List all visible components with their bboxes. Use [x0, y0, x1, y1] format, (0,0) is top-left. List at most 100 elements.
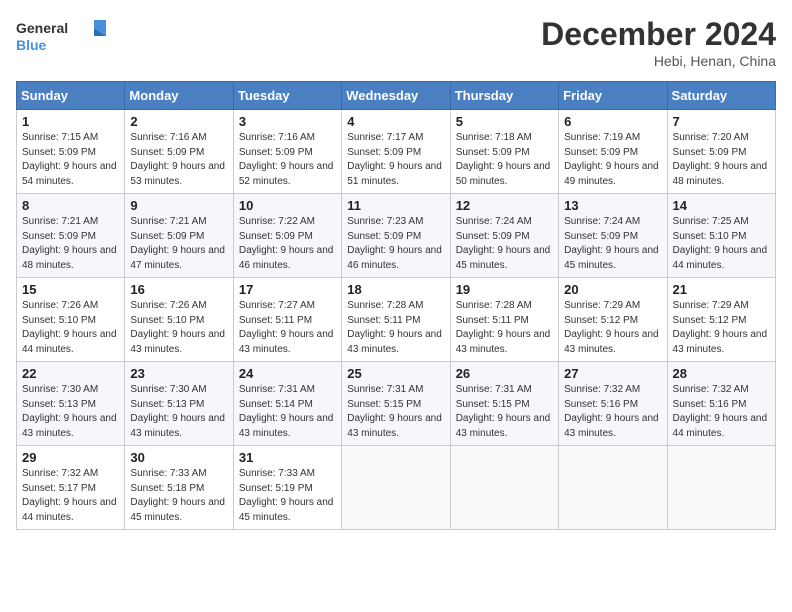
day-number: 9	[130, 198, 227, 213]
day-number: 4	[347, 114, 444, 129]
day-number: 29	[22, 450, 119, 465]
day-info: Sunrise: 7:24 AMSunset: 5:09 PMDaylight:…	[564, 215, 661, 273]
calendar-day-cell: 26 Sunrise: 7:31 AMSunset: 5:15 PMDayligh…	[450, 362, 558, 446]
day-info: Sunrise: 7:15 AMSunset: 5:09 PMDaylight:…	[22, 131, 119, 189]
calendar-day-cell: 15 Sunrise: 7:26 AMSunset: 5:10 PMDayligh…	[17, 278, 125, 362]
day-info: Sunrise: 7:30 AMSunset: 5:13 PMDaylight:…	[22, 383, 119, 441]
day-info: Sunrise: 7:29 AMSunset: 5:12 PMDaylight:…	[673, 299, 770, 357]
day-info: Sunrise: 7:17 AMSunset: 5:09 PMDaylight:…	[347, 131, 444, 189]
svg-text:Blue: Blue	[16, 37, 47, 53]
calendar-day-cell: 1Sunrise: 7:15 AMSunset: 5:09 PMDaylight…	[17, 110, 125, 194]
day-info: Sunrise: 7:20 AMSunset: 5:09 PMDaylight:…	[673, 131, 770, 189]
calendar-day-cell: 14 Sunrise: 7:25 AMSunset: 5:10 PMDayligh…	[667, 194, 775, 278]
calendar-day-cell: 5 Sunrise: 7:18 AMSunset: 5:09 PMDaylight…	[450, 110, 558, 194]
day-number: 22	[22, 366, 119, 381]
calendar-week-row: 1Sunrise: 7:15 AMSunset: 5:09 PMDaylight…	[17, 110, 776, 194]
weekday-header: Tuesday	[233, 82, 341, 110]
day-number: 17	[239, 282, 336, 297]
day-number: 10	[239, 198, 336, 213]
calendar-day-cell: 21 Sunrise: 7:29 AMSunset: 5:12 PMDayligh…	[667, 278, 775, 362]
day-info: Sunrise: 7:27 AMSunset: 5:11 PMDaylight:…	[239, 299, 336, 357]
calendar-day-cell: 22 Sunrise: 7:30 AMSunset: 5:13 PMDayligh…	[17, 362, 125, 446]
calendar-week-row: 8 Sunrise: 7:21 AMSunset: 5:09 PMDaylight…	[17, 194, 776, 278]
calendar-day-cell: 30Sunrise: 7:33 AMSunset: 5:18 PMDayligh…	[125, 446, 233, 530]
calendar-day-cell: 13Sunrise: 7:24 AMSunset: 5:09 PMDayligh…	[559, 194, 667, 278]
day-info: Sunrise: 7:31 AMSunset: 5:15 PMDaylight:…	[456, 383, 553, 441]
calendar-day-cell: 6Sunrise: 7:19 AMSunset: 5:09 PMDaylight…	[559, 110, 667, 194]
title-block: December 2024 Hebi, Henan, China	[541, 16, 776, 69]
day-info: Sunrise: 7:31 AMSunset: 5:14 PMDaylight:…	[239, 383, 336, 441]
day-number: 8	[22, 198, 119, 213]
day-number: 11	[347, 198, 444, 213]
day-info: Sunrise: 7:32 AMSunset: 5:16 PMDaylight:…	[564, 383, 661, 441]
calendar-day-cell: 10Sunrise: 7:22 AMSunset: 5:09 PMDayligh…	[233, 194, 341, 278]
day-number: 27	[564, 366, 661, 381]
calendar-day-cell: 7Sunrise: 7:20 AMSunset: 5:09 PMDaylight…	[667, 110, 775, 194]
calendar-week-row: 15 Sunrise: 7:26 AMSunset: 5:10 PMDayligh…	[17, 278, 776, 362]
calendar-day-cell: 16 Sunrise: 7:26 AMSunset: 5:10 PMDayligh…	[125, 278, 233, 362]
day-number: 31	[239, 450, 336, 465]
day-number: 3	[239, 114, 336, 129]
calendar-day-cell: 18Sunrise: 7:28 AMSunset: 5:11 PMDayligh…	[342, 278, 450, 362]
day-info: Sunrise: 7:23 AMSunset: 5:09 PMDaylight:…	[347, 215, 444, 273]
day-number: 16	[130, 282, 227, 297]
day-number: 5	[456, 114, 553, 129]
calendar-day-cell: 2Sunrise: 7:16 AMSunset: 5:09 PMDaylight…	[125, 110, 233, 194]
calendar-day-cell	[667, 446, 775, 530]
location-subtitle: Hebi, Henan, China	[541, 53, 776, 69]
calendar-day-cell: 8 Sunrise: 7:21 AMSunset: 5:09 PMDaylight…	[17, 194, 125, 278]
calendar-week-row: 22 Sunrise: 7:30 AMSunset: 5:13 PMDayligh…	[17, 362, 776, 446]
day-info: Sunrise: 7:26 AMSunset: 5:10 PMDaylight:…	[130, 299, 227, 357]
day-info: Sunrise: 7:28 AMSunset: 5:11 PMDaylight:…	[347, 299, 444, 357]
day-number: 6	[564, 114, 661, 129]
calendar-day-cell: 23Sunrise: 7:30 AMSunset: 5:13 PMDayligh…	[125, 362, 233, 446]
day-number: 19	[456, 282, 553, 297]
page-header: General Blue December 2024 Hebi, Henan, …	[16, 16, 776, 69]
calendar-day-cell: 17 Sunrise: 7:27 AMSunset: 5:11 PMDayligh…	[233, 278, 341, 362]
calendar-day-cell: 19 Sunrise: 7:28 AMSunset: 5:11 PMDayligh…	[450, 278, 558, 362]
day-number: 14	[673, 198, 770, 213]
day-number: 28	[673, 366, 770, 381]
calendar-day-cell: 31 Sunrise: 7:33 AMSunset: 5:19 PMDayligh…	[233, 446, 341, 530]
day-number: 26	[456, 366, 553, 381]
calendar-day-cell: 12Sunrise: 7:24 AMSunset: 5:09 PMDayligh…	[450, 194, 558, 278]
calendar-day-cell: 11 Sunrise: 7:23 AMSunset: 5:09 PMDayligh…	[342, 194, 450, 278]
day-info: Sunrise: 7:29 AMSunset: 5:12 PMDaylight:…	[564, 299, 661, 357]
calendar-day-cell: 4 Sunrise: 7:17 AMSunset: 5:09 PMDaylight…	[342, 110, 450, 194]
calendar-day-cell: 20 Sunrise: 7:29 AMSunset: 5:12 PMDayligh…	[559, 278, 667, 362]
day-info: Sunrise: 7:26 AMSunset: 5:10 PMDaylight:…	[22, 299, 119, 357]
calendar-day-cell: 3 Sunrise: 7:16 AMSunset: 5:09 PMDaylight…	[233, 110, 341, 194]
calendar-day-cell	[559, 446, 667, 530]
day-number: 20	[564, 282, 661, 297]
logo: General Blue	[16, 16, 106, 56]
calendar-day-cell: 27 Sunrise: 7:32 AMSunset: 5:16 PMDayligh…	[559, 362, 667, 446]
weekday-header: Thursday	[450, 82, 558, 110]
calendar-day-cell	[450, 446, 558, 530]
day-info: Sunrise: 7:21 AMSunset: 5:09 PMDaylight:…	[22, 215, 119, 273]
day-number: 25	[347, 366, 444, 381]
calendar-day-cell: 24Sunrise: 7:31 AMSunset: 5:14 PMDayligh…	[233, 362, 341, 446]
day-info: Sunrise: 7:32 AMSunset: 5:16 PMDaylight:…	[673, 383, 770, 441]
calendar-week-row: 29 Sunrise: 7:32 AMSunset: 5:17 PMDayligh…	[17, 446, 776, 530]
day-info: Sunrise: 7:25 AMSunset: 5:10 PMDaylight:…	[673, 215, 770, 273]
day-info: Sunrise: 7:16 AMSunset: 5:09 PMDaylight:…	[239, 131, 336, 189]
calendar-day-cell: 29 Sunrise: 7:32 AMSunset: 5:17 PMDayligh…	[17, 446, 125, 530]
logo-icon: General Blue	[16, 16, 106, 56]
weekday-header: Friday	[559, 82, 667, 110]
day-number: 21	[673, 282, 770, 297]
svg-text:General: General	[16, 20, 68, 36]
day-info: Sunrise: 7:31 AMSunset: 5:15 PMDaylight:…	[347, 383, 444, 441]
day-info: Sunrise: 7:18 AMSunset: 5:09 PMDaylight:…	[456, 131, 553, 189]
day-number: 12	[456, 198, 553, 213]
day-info: Sunrise: 7:28 AMSunset: 5:11 PMDaylight:…	[456, 299, 553, 357]
calendar-day-cell	[342, 446, 450, 530]
calendar-day-cell: 28 Sunrise: 7:32 AMSunset: 5:16 PMDayligh…	[667, 362, 775, 446]
calendar-day-cell: 9 Sunrise: 7:21 AMSunset: 5:09 PMDaylight…	[125, 194, 233, 278]
day-info: Sunrise: 7:21 AMSunset: 5:09 PMDaylight:…	[130, 215, 227, 273]
weekday-header: Saturday	[667, 82, 775, 110]
weekday-header: Monday	[125, 82, 233, 110]
day-info: Sunrise: 7:33 AMSunset: 5:19 PMDaylight:…	[239, 467, 336, 525]
day-info: Sunrise: 7:32 AMSunset: 5:17 PMDaylight:…	[22, 467, 119, 525]
day-number: 15	[22, 282, 119, 297]
day-info: Sunrise: 7:33 AMSunset: 5:18 PMDaylight:…	[130, 467, 227, 525]
